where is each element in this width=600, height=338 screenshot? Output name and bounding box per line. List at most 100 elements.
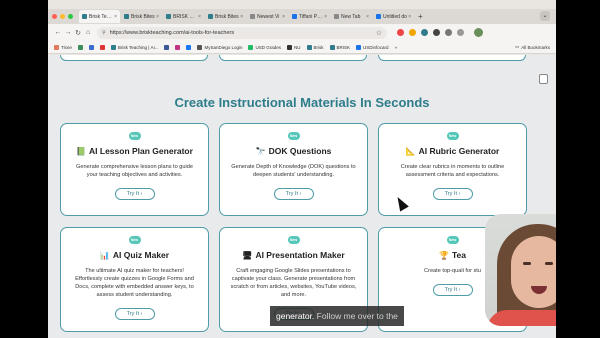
browser-tab[interactable]: Tiffani Prop × <box>289 10 330 23</box>
try-it-button[interactable]: Try It › <box>432 284 473 296</box>
bookmark-label: USDinfocard <box>363 44 389 50</box>
browser-tab[interactable]: Brisk Bites × <box>205 10 246 23</box>
tab-favicon-icon <box>124 14 129 19</box>
all-bookmarks-button[interactable]: ▭ All Bookmarks <box>515 44 550 50</box>
extension-icon[interactable] <box>445 29 452 36</box>
try-it-button[interactable]: Try It › <box>432 188 473 200</box>
forward-arrow-icon[interactable]: → <box>63 29 73 36</box>
card-title-text: AI Quiz Maker <box>112 250 170 260</box>
bookmark-item[interactable]: MySanDiego Login <box>197 44 242 50</box>
browser-tab[interactable]: Brisk Teachi × <box>79 10 120 23</box>
card-title: 🖥 AI Presentation Maker <box>220 250 367 260</box>
bookmark-label: BRISK <box>336 44 351 50</box>
new-badge: New <box>446 132 459 140</box>
window-controls <box>52 14 73 19</box>
back-arrow-icon[interactable]: ← <box>53 29 63 36</box>
tab-favicon-icon <box>82 14 87 19</box>
download-icon[interactable] <box>457 29 464 36</box>
bookmarks-bar: Trixie Brisk Teaching | AI... MySanDiego L… <box>48 41 556 54</box>
bookmark-favicon-icon <box>88 44 94 50</box>
try-it-button[interactable]: Try It › <box>273 188 314 200</box>
more-bookmarks-icon[interactable]: » <box>395 45 398 50</box>
bookmark-item[interactable] <box>186 44 192 50</box>
minimize-window-icon[interactable] <box>60 14 65 19</box>
card-title: 🔭 DOK Questions <box>220 146 367 156</box>
browser-window: Brisk Teachi × Brisk Bites × BRISK Partn… <box>48 0 556 338</box>
reload-icon[interactable]: ↻ <box>73 29 83 37</box>
bookmark-favicon-icon <box>197 44 203 50</box>
maximize-window-icon[interactable] <box>68 14 73 19</box>
bookmark-item[interactable]: NU <box>287 44 301 50</box>
close-window-icon[interactable] <box>52 14 57 19</box>
bookmark-item[interactable]: Brisk <box>306 44 324 50</box>
address-bar[interactable]: ⚲ https://www.briskteaching.com/ai-tools… <box>97 26 387 39</box>
tab-close-icon[interactable]: × <box>282 14 285 20</box>
tab-favicon-icon <box>376 14 381 19</box>
bookmark-item[interactable] <box>88 44 94 50</box>
caption-rest: Follow me over to the <box>316 311 398 321</box>
tab-close-icon[interactable]: × <box>240 14 243 20</box>
bookmark-item[interactable]: BRISK <box>329 44 351 50</box>
tab-search-chevron-icon[interactable]: ⌄ <box>540 11 550 21</box>
tab-close-icon[interactable]: × <box>408 14 411 20</box>
tab-close-icon[interactable]: × <box>114 14 117 20</box>
bookmark-star-icon[interactable]: ☆ <box>376 29 382 37</box>
profile-avatar[interactable] <box>474 28 483 37</box>
tab-favicon-icon <box>334 14 339 19</box>
card-icon: 📐 <box>405 146 416 156</box>
card-title: 📊 AI Quiz Maker <box>61 250 208 260</box>
try-it-button[interactable]: Try It › <box>114 188 155 200</box>
bookmark-item[interactable] <box>77 44 83 50</box>
url-text: https://www.briskteaching.com/ai-tools-f… <box>109 29 235 36</box>
bookmark-favicon-icon <box>186 44 192 50</box>
browser-tab[interactable]: New Tab × <box>331 10 372 23</box>
tab-close-icon[interactable]: × <box>366 14 369 20</box>
extension-icon[interactable] <box>409 29 416 36</box>
card-title-text: AI Rubric Generator <box>418 146 500 156</box>
browser-tab[interactable]: Brisk Bites × <box>121 10 162 23</box>
webcam-overlay <box>485 214 556 326</box>
bookmark-item[interactable]: Brisk Teaching | AI... <box>110 44 159 50</box>
card-icon: 🖥 <box>242 250 253 260</box>
tab-close-icon[interactable]: × <box>156 14 159 20</box>
bookmark-item[interactable] <box>175 44 181 50</box>
new-badge: New <box>287 236 300 244</box>
card-description: Generate comprehensive lesson plans to g… <box>76 164 193 178</box>
card-description: Craft engaging Google Slides presentatio… <box>230 268 357 298</box>
tab-close-icon[interactable]: × <box>324 14 327 20</box>
bookmark-label: NU <box>294 44 301 50</box>
bookmark-label: Brisk Teaching | AI... <box>117 44 159 50</box>
video-caption: generator. Follow me over to the <box>270 306 404 326</box>
bookmark-item[interactable]: USDinfocard <box>356 44 389 50</box>
extension-icon[interactable] <box>433 29 440 36</box>
try-it-button[interactable]: Try It › <box>114 308 155 320</box>
card-icon: 🏆 <box>439 250 449 260</box>
new-badge: New <box>446 236 459 244</box>
browser-tab[interactable]: BRISK Partn × <box>163 10 204 23</box>
extensions-area <box>397 28 483 37</box>
bookmark-item[interactable] <box>164 44 170 50</box>
tab-label: Newest Vi <box>257 13 280 20</box>
card-title: 📐 AI Rubric Generator <box>379 146 526 156</box>
folder-icon: ▭ <box>514 44 520 49</box>
tab-close-icon[interactable]: × <box>198 14 201 20</box>
tab-favicon-icon <box>166 14 171 19</box>
card-title-text: AI Presentation Maker <box>255 250 345 260</box>
bookmark-label: Brisk <box>313 44 324 50</box>
bookmark-favicon-icon <box>110 44 116 50</box>
site-info-icon[interactable]: ⚲ <box>102 30 106 36</box>
side-panel-icon[interactable] <box>539 74 548 84</box>
extension-icon[interactable] <box>421 29 428 36</box>
new-tab-button[interactable]: + <box>418 12 423 21</box>
bookmark-item[interactable]: Trixie <box>54 44 72 50</box>
card-icon: 📗 <box>76 146 87 156</box>
bookmark-favicon-icon <box>248 44 254 50</box>
home-icon[interactable]: ⌂ <box>83 29 93 36</box>
bookmark-item[interactable] <box>99 44 105 50</box>
browser-tab[interactable]: Newest Vi × <box>247 10 288 23</box>
browser-tab[interactable]: Untitled do × <box>373 10 414 23</box>
bookmark-item[interactable]: USD Grades <box>248 44 281 50</box>
tab-label: New Tab <box>341 13 361 20</box>
extension-icon[interactable] <box>397 29 404 36</box>
card-description: Create clear rubrics in moments to outli… <box>400 164 505 178</box>
